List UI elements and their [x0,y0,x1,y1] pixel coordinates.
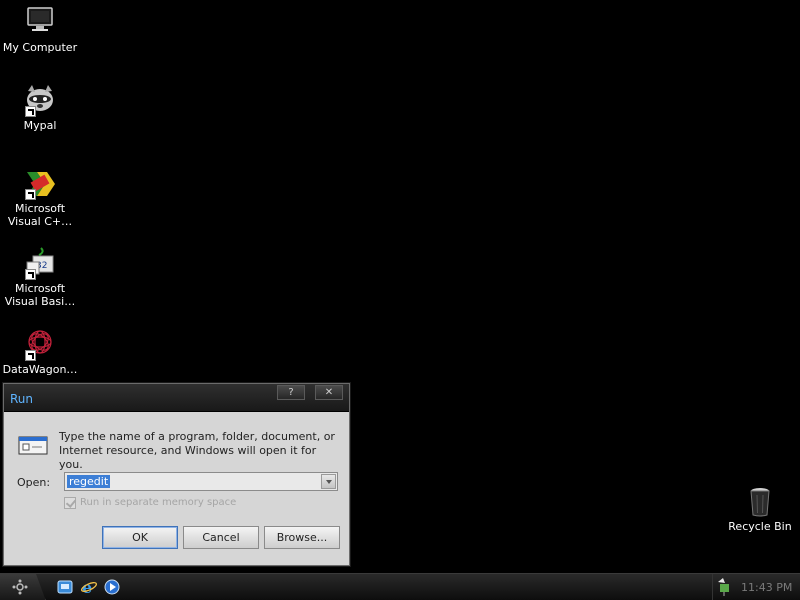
visual-basic-icon: 32 [23,246,57,280]
browse-button[interactable]: Browse... [264,526,340,549]
checkbox-icon[interactable] [64,497,76,509]
desktop-icon-datawagon[interactable]: DataWagon… [0,327,80,376]
desktop-icon-my-computer[interactable]: My Computer [0,5,80,54]
desktop-icon-visual-cpp[interactable]: Microsoft Visual C+… [0,166,80,228]
cancel-button[interactable]: Cancel [183,526,259,549]
desktop-icon-recycle-bin[interactable]: Recycle Bin [720,487,800,533]
desktop-icon-mypal[interactable]: Mypal [0,83,80,132]
checkbox-label: Run in separate memory space [80,497,237,508]
datawagon-icon [23,327,57,361]
shortcut-arrow-icon [25,106,36,117]
shortcut-arrow-icon [25,269,36,280]
internet-explorer-icon[interactable]: e [80,578,98,597]
open-label: Open: [17,476,51,489]
show-desktop-icon[interactable] [56,578,74,596]
monitor-icon [23,5,57,39]
open-input-value[interactable]: regedit [67,475,111,488]
shortcut-arrow-icon [25,189,36,200]
shortcut-arrow-icon [25,350,36,361]
clock[interactable]: 11:43 PM [741,581,792,594]
network-icon[interactable] [717,578,733,596]
desktop-icon-label: Mypal [23,119,57,132]
desktop-icon-visual-basic[interactable]: 32 Microsoft Visual Basi… [0,246,80,308]
ok-button[interactable]: OK [102,526,178,549]
trash-can-icon [749,487,771,517]
desktop-icon-label: My Computer [2,41,78,54]
dialog-body: Type the name of a program, folder, docu… [12,420,343,560]
visual-cpp-icon [23,166,57,200]
dialog-titlebar[interactable]: Run ? ✕ [4,384,349,412]
help-button[interactable]: ? [277,385,305,400]
start-orb-icon [12,579,28,595]
run-dialog: Run ? ✕ Type the name of a program, fold… [3,383,350,566]
recycle-bin-label: Recycle Bin [728,520,792,533]
system-tray: 11:43 PM [712,574,800,600]
taskbar: e 11:43 PM [0,573,800,600]
start-button[interactable] [0,574,46,600]
media-player-icon[interactable] [103,578,121,596]
open-combobox[interactable]: regedit [64,472,338,491]
desktop-icon-label: Microsoft Visual C+… [7,202,73,228]
desktop-icon-label: DataWagon… [2,363,78,376]
close-button[interactable]: ✕ [315,385,343,400]
dialog-title: Run [10,392,34,406]
dialog-description: Type the name of a program, folder, docu… [59,430,335,471]
chevron-down-icon[interactable] [321,474,336,489]
desktop-icon-label: Microsoft Visual Basi… [4,282,76,308]
raccoon-icon [23,83,57,117]
run-program-icon [18,434,50,458]
